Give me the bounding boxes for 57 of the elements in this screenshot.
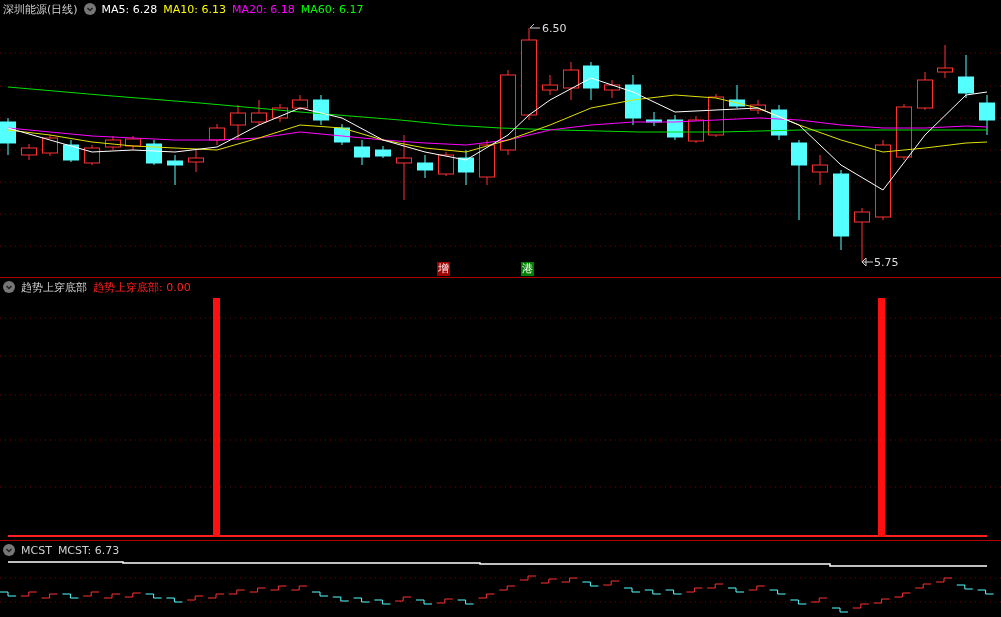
indicator-value: 趋势上穿底部: 0.00 (93, 279, 191, 295)
candlestick (0, 117, 16, 156)
candlestick (812, 154, 828, 186)
indicator-name: 趋势上穿底部 (21, 279, 87, 295)
candlestick (729, 84, 745, 109)
candlestick (209, 123, 225, 146)
event-marker[interactable]: 港 (521, 262, 534, 276)
candlestick (272, 103, 288, 123)
candlestick (42, 134, 58, 157)
candlestick (188, 149, 204, 173)
candlestick (105, 135, 121, 151)
dropdown-icon[interactable] (3, 281, 15, 293)
leader-line (861, 257, 874, 267)
candlestick (21, 143, 37, 161)
chart-title: 深圳能源(日线) (3, 1, 78, 17)
candlestick (375, 145, 391, 159)
candlestick (604, 79, 620, 99)
dropdown-icon[interactable] (83, 3, 96, 15)
candlestick (167, 154, 183, 186)
candlestick (667, 114, 683, 141)
indicator-value: MA60: 6.17 (300, 2, 364, 16)
candlestick (63, 139, 79, 163)
candlestick (251, 99, 267, 126)
candlestick (917, 71, 933, 111)
leader-line (529, 23, 541, 29)
candlestick (854, 207, 870, 263)
candlestick (583, 61, 599, 101)
low-price-label: 5.75 (874, 256, 899, 269)
high-price-label: 6.50 (542, 22, 567, 35)
candlestick (958, 54, 974, 99)
candlestick (458, 149, 474, 186)
candlestick (125, 135, 141, 151)
candlestick (438, 151, 454, 177)
candlestick (354, 139, 370, 166)
candlestick (313, 94, 329, 126)
candlestick (417, 154, 433, 179)
candlestick (292, 94, 308, 111)
candlestick (625, 74, 641, 126)
candlestick (979, 94, 995, 136)
candlestick (646, 111, 662, 127)
indicator-value: MA10: 6.13 (163, 2, 227, 16)
candlestick (563, 61, 579, 101)
indicator-name: MCST (21, 543, 52, 557)
candlestick (750, 99, 766, 115)
candlestick (334, 123, 350, 146)
dropdown-icon[interactable] (3, 544, 15, 556)
candlestick (84, 144, 100, 166)
candlestick (230, 104, 246, 141)
candlestick (396, 134, 412, 201)
candlestick (771, 104, 787, 141)
indicator-value: MA5: 6.28 (101, 2, 158, 16)
candlestick (542, 74, 558, 96)
indicator-value: MA20: 6.18 (232, 2, 295, 16)
event-marker[interactable]: 增 (437, 262, 450, 276)
indicator-value: MCST: 6.73 (57, 543, 120, 557)
candlestick (937, 44, 953, 79)
candlestick (479, 139, 495, 186)
